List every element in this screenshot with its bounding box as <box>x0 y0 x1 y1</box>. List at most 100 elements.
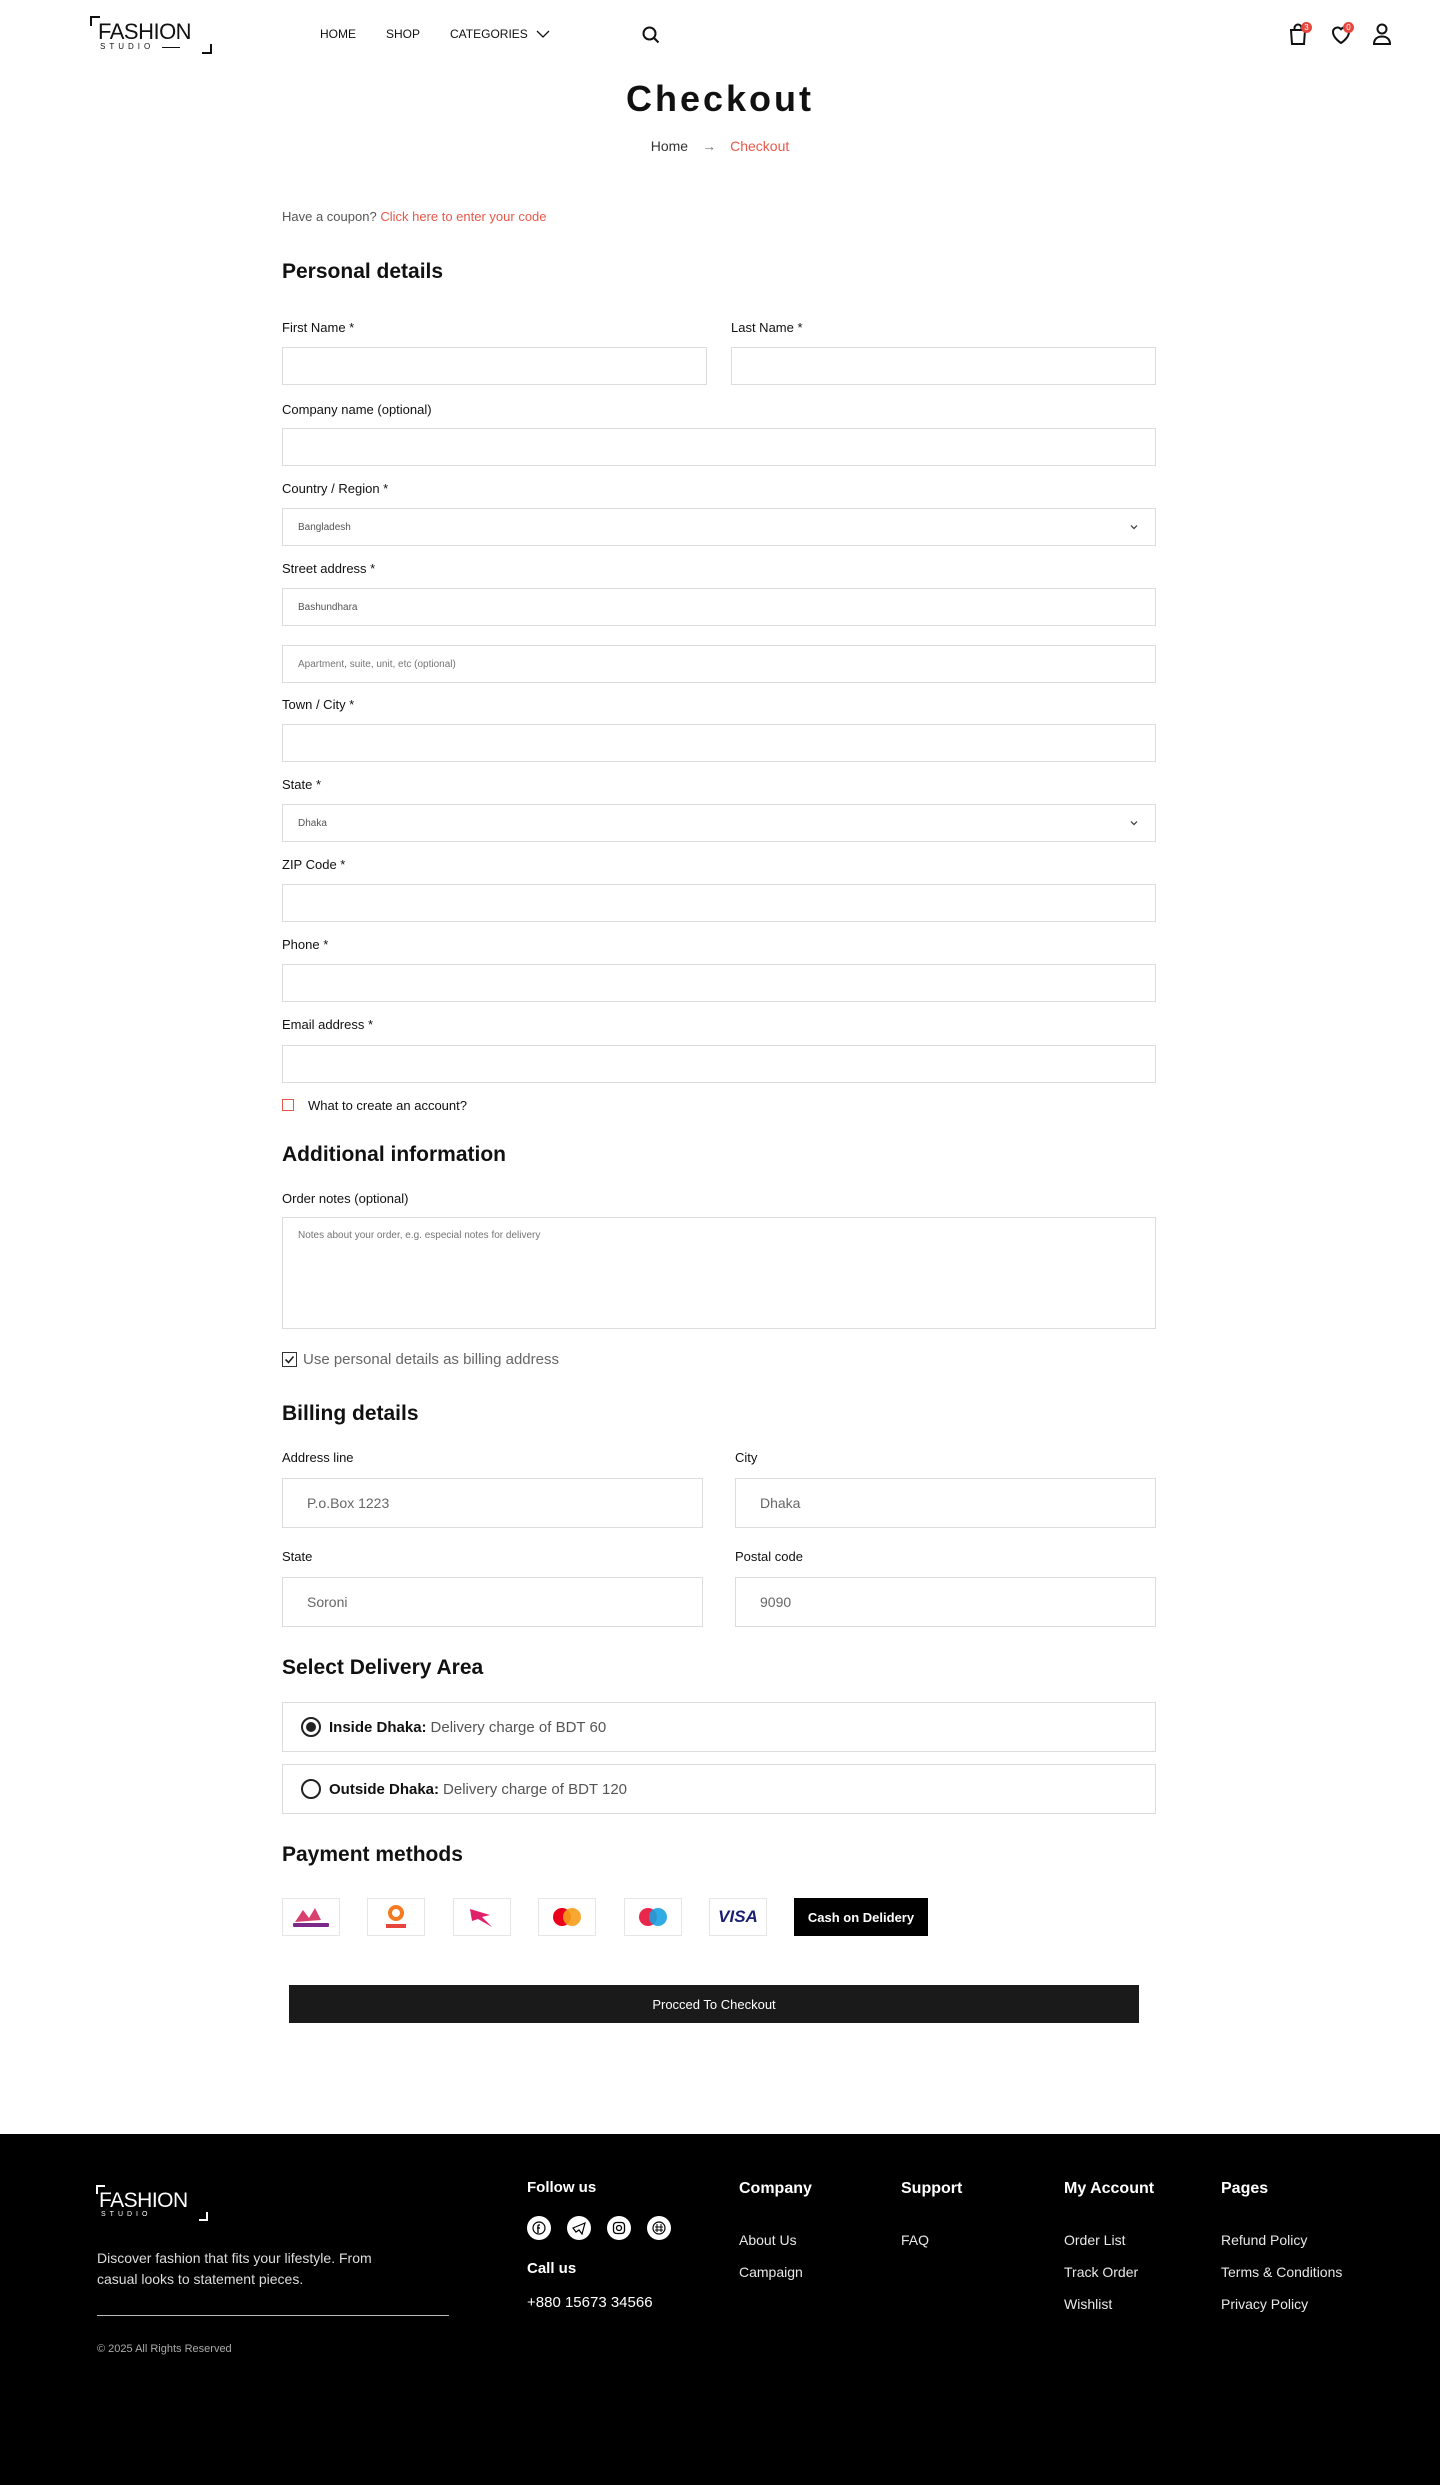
street-label: Street address * <box>282 561 376 576</box>
phone-input[interactable] <box>298 977 1155 989</box>
apartment-field[interactable] <box>282 645 1156 683</box>
zip-field[interactable] <box>282 884 1156 922</box>
footer-phone[interactable]: +880 15673 34566 <box>527 2294 653 2311</box>
last-name-input[interactable] <box>747 360 1155 372</box>
figma-icon[interactable] <box>647 2216 671 2240</box>
arrow-right-icon: → <box>702 138 717 154</box>
city-input[interactable] <box>760 1495 1155 1511</box>
postal-code-label: Postal code <box>735 1549 803 1564</box>
state-label: State * <box>282 777 322 792</box>
billing-state-input[interactable] <box>307 1594 702 1610</box>
nav-shop[interactable]: SHOP <box>386 27 420 41</box>
create-account-checkbox[interactable] <box>282 1099 294 1111</box>
country-label: Country / Region * <box>282 481 389 496</box>
state-select[interactable]: Dhaka <box>282 804 1156 842</box>
upay-logo-icon <box>386 1905 406 1928</box>
breadcrumb-home[interactable]: Home <box>651 138 688 154</box>
first-name-input[interactable] <box>298 360 706 372</box>
footer-link-campaign[interactable]: Campaign <box>739 2264 803 2280</box>
address-line-field[interactable] <box>282 1478 703 1528</box>
radio-unselected[interactable] <box>301 1779 321 1799</box>
email-label: Email address * <box>282 1017 374 1032</box>
billing-state-field[interactable] <box>282 1577 703 1627</box>
coupon-link[interactable]: Click here to enter your code <box>380 209 546 224</box>
chevron-down-icon <box>536 30 550 38</box>
company-input[interactable] <box>298 441 1155 453</box>
phone-field[interactable] <box>282 964 1156 1002</box>
postal-code-input[interactable] <box>760 1594 1155 1610</box>
payment-upay[interactable] <box>367 1898 425 1936</box>
order-notes-field[interactable] <box>282 1217 1156 1329</box>
wishlist-icon[interactable]: 0 <box>1329 22 1355 48</box>
footer-link-about[interactable]: About Us <box>739 2232 797 2248</box>
footer-divider <box>97 2315 449 2316</box>
user-icon[interactable] <box>1371 22 1397 48</box>
address-line-label: Address line <box>282 1450 354 1465</box>
payment-bkash[interactable] <box>282 1898 340 1936</box>
first-name-field[interactable] <box>282 347 707 385</box>
site-footer: FASHION STUDIO Discover fashion that fit… <box>0 2134 1440 2485</box>
nav-categories[interactable]: CATEGORIES <box>450 27 550 41</box>
payment-maestro[interactable] <box>624 1898 682 1936</box>
delivery-option-inside[interactable]: Inside Dhaka: Delivery charge of BDT 60 <box>282 1702 1156 1752</box>
coupon-prefix: Have a coupon? <box>282 209 377 224</box>
cart-icon[interactable]: 3 <box>1287 22 1313 48</box>
street-input[interactable] <box>298 601 1155 613</box>
delivery-option-outside[interactable]: Outside Dhaka: Delivery charge of BDT 12… <box>282 1764 1156 1814</box>
first-name-label: First Name * <box>282 320 355 335</box>
proceed-checkout-button[interactable]: Procced To Checkout <box>289 1985 1139 2023</box>
street-field[interactable] <box>282 588 1156 626</box>
postal-code-field[interactable] <box>735 1577 1156 1627</box>
facebook-icon[interactable] <box>527 2216 551 2240</box>
footer-link-order-list[interactable]: Order List <box>1064 2232 1125 2248</box>
country-select[interactable]: Bangladesh <box>282 508 1156 546</box>
zip-input[interactable] <box>298 897 1155 909</box>
pages-heading: Pages <box>1221 2180 1269 2197</box>
use-personal-checkbox[interactable] <box>282 1352 297 1367</box>
payment-mastercard[interactable] <box>538 1898 596 1936</box>
delivery-area-heading: Select Delivery Area <box>282 1656 484 1679</box>
telegram-icon[interactable] <box>567 2216 591 2240</box>
apartment-input[interactable] <box>298 658 1155 670</box>
breadcrumb-current: Checkout <box>730 138 790 154</box>
nav-home[interactable]: HOME <box>320 27 356 41</box>
support-heading: Support <box>901 2180 963 2197</box>
last-name-label: Last Name * <box>731 320 803 335</box>
footer-link-wishlist[interactable]: Wishlist <box>1064 2296 1112 2312</box>
cash-on-delivery-button[interactable]: Cash on Delidery <box>794 1898 928 1936</box>
email-field[interactable] <box>282 1045 1156 1083</box>
footer-link-privacy[interactable]: Privacy Policy <box>1221 2296 1308 2312</box>
town-field[interactable] <box>282 724 1156 762</box>
additional-info-heading: Additional information <box>282 1143 506 1166</box>
bkash-logo-icon <box>293 1908 329 1927</box>
address-line-input[interactable] <box>307 1495 702 1511</box>
cart-count-badge: 3 <box>1301 22 1312 33</box>
town-input[interactable] <box>298 737 1155 749</box>
phone-label: Phone * <box>282 937 329 952</box>
order-notes-textarea[interactable] <box>298 1230 1155 1320</box>
delivery-option-name: Outside Dhaka: <box>329 1780 440 1798</box>
footer-logo[interactable]: FASHION STUDIO <box>96 2185 208 2221</box>
call-us-heading: Call us <box>527 2260 577 2277</box>
logo[interactable]: FASHION STUDIO <box>90 16 212 54</box>
maestro-logo-icon <box>639 1908 667 1926</box>
payment-visa[interactable]: VISA <box>709 1898 767 1936</box>
follow-us-heading: Follow us <box>527 2179 597 2196</box>
city-field[interactable] <box>735 1478 1156 1528</box>
footer-link-faq[interactable]: FAQ <box>901 2232 929 2248</box>
footer-link-refund[interactable]: Refund Policy <box>1221 2232 1307 2248</box>
breadcrumb: Home → Checkout <box>0 138 1440 154</box>
footer-logo-subtext: STUDIO <box>101 2211 152 2218</box>
radio-selected[interactable] <box>301 1717 321 1737</box>
payment-nagad[interactable] <box>453 1898 511 1936</box>
instagram-icon[interactable] <box>607 2216 631 2240</box>
email-input[interactable] <box>298 1058 1155 1070</box>
personal-details-heading: Personal details <box>282 260 444 283</box>
zip-label: ZIP Code * <box>282 857 346 872</box>
footer-link-terms[interactable]: Terms & Conditions <box>1221 2264 1342 2280</box>
last-name-field[interactable] <box>731 347 1156 385</box>
city-label: City <box>735 1450 758 1465</box>
footer-link-track-order[interactable]: Track Order <box>1064 2264 1138 2280</box>
company-field[interactable] <box>282 428 1156 466</box>
search-icon[interactable] <box>641 25 661 45</box>
